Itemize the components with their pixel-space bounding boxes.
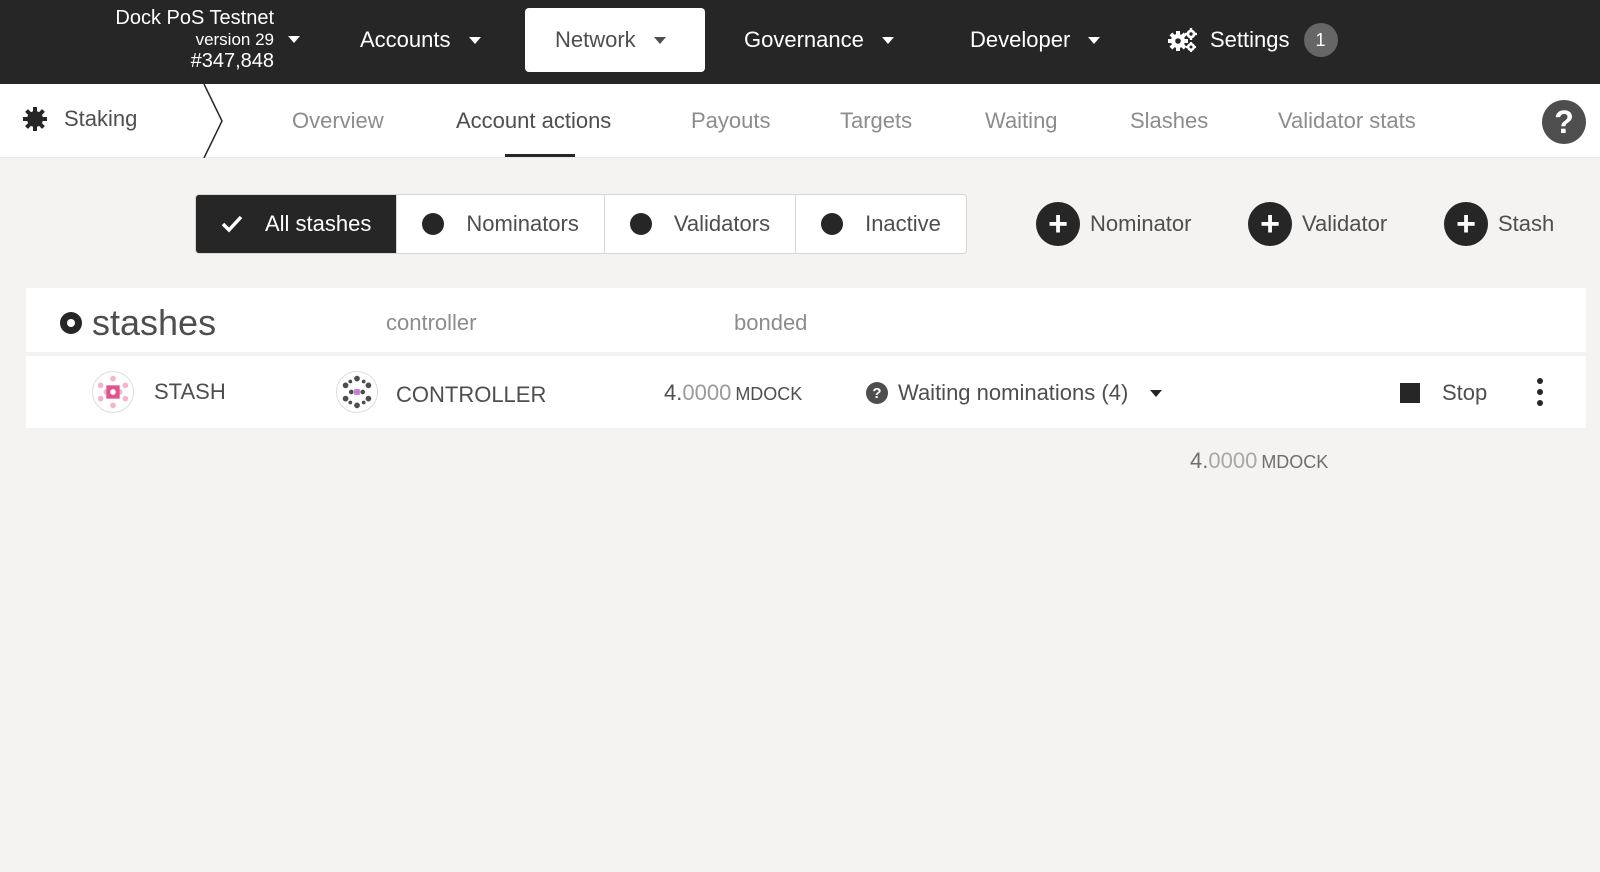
bonded-int: 4.	[664, 380, 683, 405]
filter-validators[interactable]: Validators	[605, 195, 797, 253]
add-nominator-label: Nominator	[1090, 211, 1192, 236]
table-row: STASH CONTROLLER 4.0000 MDOCK ? Waiting n…	[26, 356, 1586, 428]
sub-navbar: Staking Overview Account actions Payouts…	[0, 84, 1600, 158]
nav-network[interactable]: Network	[525, 8, 705, 72]
plus-icon: +	[1036, 202, 1080, 246]
nominations-status[interactable]: ? Waiting nominations (4)	[866, 380, 1163, 406]
active-tab-indicator	[505, 154, 575, 157]
total-unit: MDOCK	[1261, 452, 1329, 472]
chevron-down-icon	[1088, 36, 1101, 44]
filter-label: Validators	[673, 211, 771, 236]
filter-all-stashes[interactable]: All stashes	[196, 195, 398, 253]
chevron-down-icon	[1150, 389, 1163, 397]
table-header: stashes controller bonded	[26, 288, 1586, 352]
filter-label: Inactive	[865, 211, 941, 236]
tab-slashes[interactable]: Slashes	[1130, 108, 1208, 134]
nav-accounts[interactable]: Accounts	[330, 8, 511, 72]
tab-targets[interactable]: Targets	[840, 108, 912, 134]
add-stash-button[interactable]: + Stash	[1444, 202, 1554, 246]
cog-icon	[23, 107, 47, 131]
chain-name: Dock PoS Testnet	[115, 7, 274, 29]
plus-icon: +	[1444, 202, 1488, 246]
tab-validator-stats[interactable]: Validator stats	[1278, 108, 1416, 134]
chain-version: version 29	[195, 30, 274, 49]
add-stash-label: Stash	[1498, 211, 1555, 236]
chevron-down-icon	[653, 36, 666, 44]
help-icon[interactable]: ?	[1542, 100, 1586, 144]
stop-icon	[1400, 383, 1420, 403]
stop-button[interactable]: Stop	[1400, 380, 1487, 406]
nav-developer-label: Developer	[970, 27, 1071, 52]
stop-label: Stop	[1442, 380, 1488, 405]
table-title-label: stashes	[92, 302, 217, 343]
breadcrumb-separator-icon	[203, 84, 223, 158]
add-nominator-button[interactable]: + Nominator	[1036, 202, 1191, 246]
chevron-down-icon	[881, 36, 894, 44]
check-icon	[221, 215, 243, 233]
filter-nominators[interactable]: Nominators	[397, 195, 605, 253]
add-validator-button[interactable]: + Validator	[1248, 202, 1387, 246]
nav-accounts-label: Accounts	[360, 27, 451, 52]
table-title: stashes	[60, 302, 216, 344]
radio-dot-icon	[422, 213, 445, 235]
nominations-status-label: Waiting nominations (4)	[898, 380, 1129, 405]
total-decimals: 0000	[1208, 448, 1258, 473]
question-icon: ?	[866, 382, 888, 404]
nav-governance-label: Governance	[744, 27, 864, 52]
app-title-label: Staking	[64, 106, 138, 131]
nav-settings-label: Settings	[1210, 27, 1290, 52]
nav-developer[interactable]: Developer	[940, 8, 1130, 72]
top-navbar: Dock PoS Testnet version 29 #347,848 Acc…	[0, 0, 1600, 84]
bonded-decimals: 0000	[682, 380, 732, 405]
bonded-unit: MDOCK	[735, 384, 803, 404]
stash-name[interactable]: STASH	[154, 379, 226, 405]
block-number: #347,848	[190, 50, 274, 72]
plus-icon: +	[1248, 202, 1292, 246]
gears-icon	[1168, 28, 1197, 52]
more-options-icon[interactable]	[1534, 378, 1546, 406]
nav-settings[interactable]: Settings 1	[1138, 8, 1368, 72]
total-int: 4.	[1190, 448, 1209, 473]
tab-waiting[interactable]: Waiting	[985, 108, 1058, 134]
filter-label: Nominators	[466, 211, 579, 236]
tab-account-actions[interactable]: Account actions	[456, 108, 611, 134]
nav-governance[interactable]: Governance	[714, 8, 924, 72]
tab-payouts[interactable]: Payouts	[691, 108, 771, 134]
controller-identicon-icon[interactable]	[336, 371, 378, 413]
chain-selector[interactable]: Dock PoS Testnet version 29 #347,848	[96, 6, 306, 72]
bonded-total: 4.0000 MDOCK	[1190, 448, 1328, 474]
bonded-amount: 4.0000 MDOCK	[664, 380, 802, 406]
add-validator-label: Validator	[1302, 211, 1388, 236]
filter-label: All stashes	[265, 211, 372, 236]
nav-network-label: Network	[555, 27, 636, 52]
radio-icon	[60, 312, 82, 334]
app-title: Staking	[22, 106, 137, 132]
column-bonded: bonded	[734, 310, 808, 335]
settings-badge: 1	[1303, 23, 1338, 57]
radio-dot-icon	[629, 213, 652, 235]
filter-inactive[interactable]: Inactive	[796, 195, 966, 253]
stash-filter-group: All stashes Nominators Validators Inacti…	[195, 194, 967, 254]
chevron-down-icon	[288, 36, 300, 43]
stash-identicon-icon[interactable]	[92, 371, 134, 413]
tab-overview[interactable]: Overview	[292, 108, 384, 134]
chevron-down-icon	[468, 36, 481, 44]
controller-name[interactable]: CONTROLLER	[396, 382, 546, 408]
column-controller: controller	[386, 310, 477, 335]
radio-dot-icon	[821, 213, 844, 235]
